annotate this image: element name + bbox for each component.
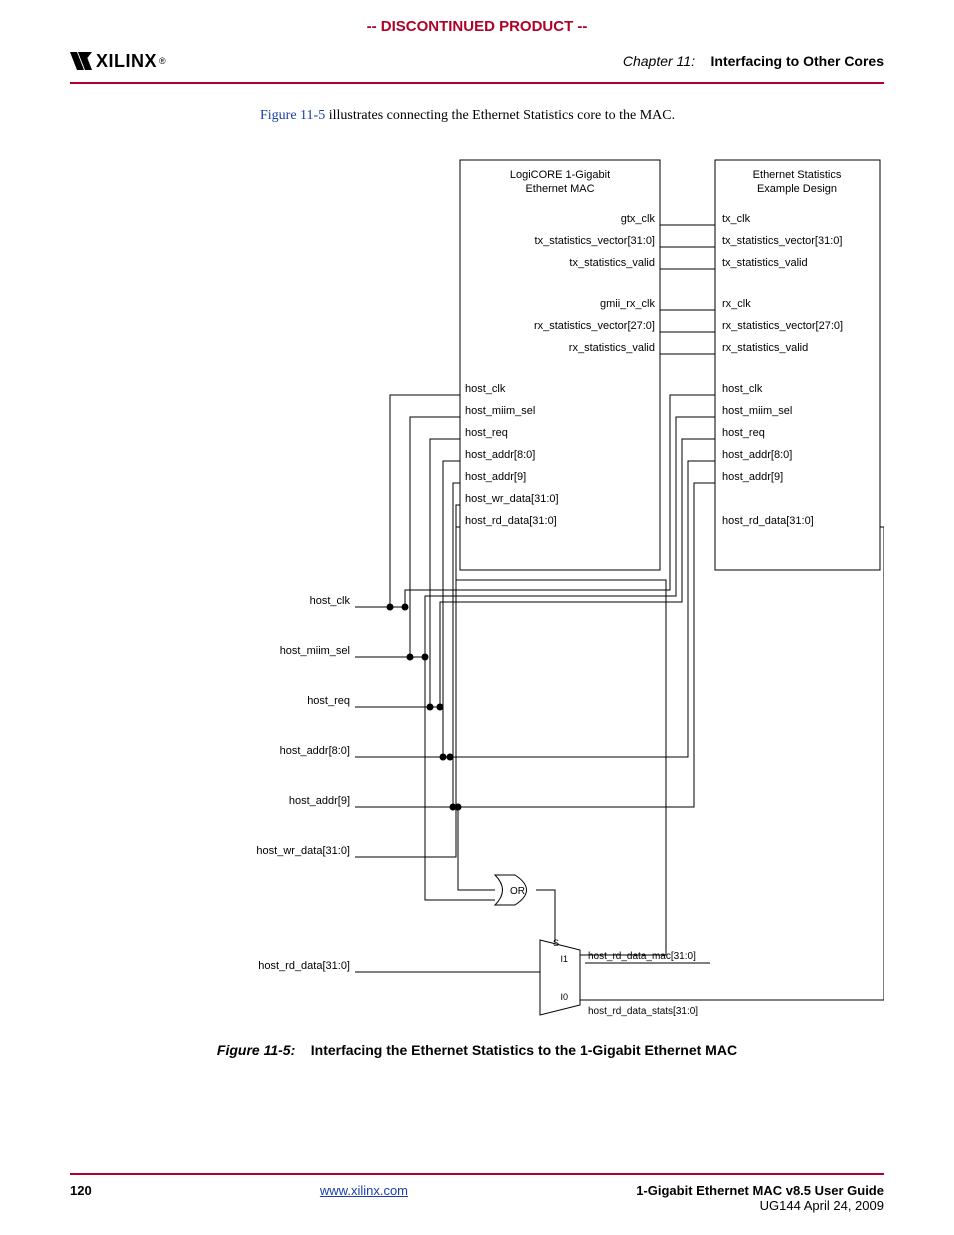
page-footer: 120 www.xilinx.com 1-Gigabit Ethernet MA… <box>70 1173 884 1213</box>
sig: host_addr[8:0] <box>722 449 792 461</box>
logo-text: XILINX <box>96 51 157 72</box>
sig: host_req <box>722 427 765 439</box>
svg-text:I1: I1 <box>560 954 568 964</box>
intro-rest: illustrates connecting the Ethernet Stat… <box>325 108 675 123</box>
svg-text:host_addr[8:0]: host_addr[8:0] <box>280 745 350 757</box>
sig: host_addr[9] <box>722 471 783 483</box>
svg-text:S: S <box>553 938 559 948</box>
stats-box-title-1: Ethernet Statistics <box>753 169 842 181</box>
sig: rx_statistics_valid <box>569 342 655 354</box>
sig: tx_statistics_valid <box>569 257 655 269</box>
svg-text:host_miim_sel: host_miim_sel <box>280 645 350 657</box>
xilinx-logo: XILINX® <box>70 51 166 72</box>
mac-box-title-1: LogiCORE 1-Gigabit <box>510 169 610 181</box>
sig: rx_statistics_vector[27:0] <box>534 320 655 332</box>
sig: host_clk <box>465 383 506 395</box>
figure-diagram: LogiCORE 1-Gigabit Ethernet MAC Ethernet… <box>70 150 884 1020</box>
group2-wires <box>660 310 715 354</box>
page-number: 120 <box>70 1183 92 1213</box>
external-signals: host_clk host_miim_sel host_req host_add… <box>256 595 350 972</box>
sig: host_addr[9] <box>465 471 526 483</box>
footer-link[interactable]: www.xilinx.com <box>320 1183 408 1198</box>
svg-text:host_addr[9]: host_addr[9] <box>289 795 350 807</box>
sig: tx_statistics_valid <box>722 257 808 269</box>
sig: host_addr[8:0] <box>465 449 535 461</box>
svg-text:OR: OR <box>510 886 525 897</box>
footer-doc-title: 1-Gigabit Ethernet MAC v8.5 User Guide <box>636 1183 884 1198</box>
xilinx-logo-icon <box>70 52 92 70</box>
sig: host_req <box>465 427 508 439</box>
sig: host_wr_data[31:0] <box>465 493 559 505</box>
group1-wires <box>660 225 715 269</box>
sig: rx_statistics_vector[27:0] <box>722 320 843 332</box>
sig: host_miim_sel <box>722 405 792 417</box>
figure-number: Figure 11-5: <box>217 1042 295 1058</box>
logo-reg: ® <box>159 56 166 66</box>
sig: host_rd_data[31:0] <box>722 515 814 527</box>
sig: gtx_clk <box>621 213 656 225</box>
intro-text: Figure 11-5 illustrates connecting the E… <box>260 108 675 124</box>
or-gate: OR <box>410 657 527 905</box>
chapter-heading: Chapter 11: Interfacing to Other Cores <box>623 53 884 69</box>
svg-text:host_rd_data_stats[31:0]: host_rd_data_stats[31:0] <box>588 1006 698 1017</box>
svg-text:host_clk: host_clk <box>310 595 351 607</box>
sig: rx_statistics_valid <box>722 342 808 354</box>
banner-discontinued: -- DISCONTINUED PRODUCT -- <box>0 0 954 35</box>
figure-title: Interfacing the Ethernet Statistics to t… <box>311 1042 737 1058</box>
figure-caption: Figure 11-5: Interfacing the Ethernet St… <box>0 1042 954 1058</box>
figure-ref-link[interactable]: Figure 11-5 <box>260 108 325 123</box>
svg-text:host_rd_data[31:0]: host_rd_data[31:0] <box>258 960 350 972</box>
chapter-label: Chapter 11: <box>623 53 695 69</box>
sig: rx_clk <box>722 298 751 310</box>
svg-text:host_wr_data[31:0]: host_wr_data[31:0] <box>256 845 350 857</box>
sig: host_clk <box>722 383 763 395</box>
sig: host_miim_sel <box>465 405 535 417</box>
footer-doc-sub: UG144 April 24, 2009 <box>636 1198 884 1213</box>
sig: gmii_rx_clk <box>600 298 656 310</box>
stats-box-title-2: Example Design <box>757 183 837 195</box>
sig: tx_clk <box>722 213 751 225</box>
svg-text:host_req: host_req <box>307 695 350 707</box>
mac-box-title-2: Ethernet MAC <box>525 183 594 195</box>
svg-text:I0: I0 <box>560 992 568 1002</box>
svg-text:host_rd_data_mac[31:0]: host_rd_data_mac[31:0] <box>588 951 696 962</box>
sig: tx_statistics_vector[31:0] <box>722 235 842 247</box>
chapter-title: Interfacing to Other Cores <box>711 53 884 69</box>
routing-wires <box>355 395 884 1000</box>
page-header: XILINX® Chapter 11: Interfacing to Other… <box>70 46 884 84</box>
sig: host_rd_data[31:0] <box>465 515 557 527</box>
mux: S I1 I0 host_rd_data_mac[31:0] host_rd_d… <box>540 935 710 1017</box>
sig: tx_statistics_vector[31:0] <box>535 235 655 247</box>
